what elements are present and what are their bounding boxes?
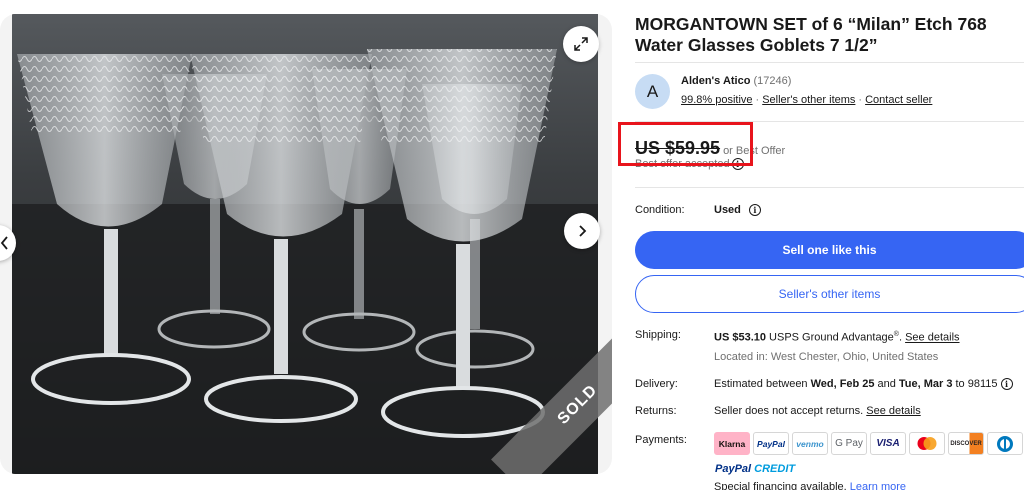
separator: · (755, 94, 760, 106)
seller-other-items-button[interactable]: Seller's other items (635, 275, 1024, 313)
delivery-start: Wed, Feb 25 (810, 378, 875, 390)
sell-one-like-this-button[interactable]: Sell one like this (635, 231, 1024, 269)
payments-label: Payments: (635, 434, 687, 446)
delivery-end: Tue, Mar 3 (898, 378, 953, 390)
returns-value: Seller does not accept returns. See deta… (714, 405, 921, 417)
info-icon[interactable]: i (748, 204, 761, 216)
returns-text: Seller does not accept returns. (714, 405, 864, 417)
seller-avatar[interactable]: A (635, 74, 670, 109)
goblets-photo-illustration (12, 14, 598, 474)
chevron-right-icon (579, 225, 587, 237)
separator: · (858, 94, 863, 106)
item-title: MORGANTOWN SET of 6 “Milan” Etch 768 Wat… (635, 14, 987, 55)
previous-image-button[interactable] (0, 225, 16, 261)
paypal-icon: PayPal (753, 432, 789, 455)
returns-see-details-link[interactable]: See details (866, 405, 920, 417)
venmo-icon: venmo (792, 432, 828, 455)
delivery-and: and (877, 378, 896, 390)
paypal-credit-logo: PayPal CREDIT (715, 463, 795, 475)
klarna-icon: Klarna (714, 432, 750, 455)
seller-name[interactable]: Alden's Atico (681, 75, 750, 87)
diners-club-logo (997, 435, 1013, 452)
next-image-button[interactable] (564, 213, 600, 249)
financing-text: Special financing available. (714, 481, 847, 490)
visa-icon: VISA (870, 432, 906, 455)
seller-links: 99.8% positive · Seller's other items · Cont… (681, 94, 932, 106)
seller-card: A Alden's Atico (17246) 99.8% positive · S… (635, 62, 1024, 122)
expand-image-button[interactable] (563, 26, 599, 62)
seller-feedback-link[interactable]: 99.8% positive (681, 94, 753, 106)
condition-label: Condition: (635, 204, 685, 216)
mastercard-logo (917, 437, 937, 450)
delivery-label: Delivery: (635, 378, 678, 390)
info-icon[interactable]: i (1000, 378, 1013, 390)
expand-icon (574, 37, 588, 51)
image-gallery: SOLD (0, 14, 612, 474)
price-highlight-box (618, 122, 753, 166)
discover-icon: DISCOVER (948, 432, 984, 455)
google-pay-icon: G Pay (831, 432, 867, 455)
returns-label: Returns: (635, 405, 677, 417)
paypal-credit-credit: CREDIT (754, 463, 796, 475)
paypal-credit-paypal: PayPal (715, 463, 752, 475)
delivery-prefix: Estimated between (714, 378, 808, 390)
diners-club-icon (987, 432, 1023, 455)
seller-name-line: Alden's Atico (17246) (681, 75, 791, 87)
chevron-left-icon (0, 236, 8, 250)
delivery-value: Estimated between Wed, Feb 25 and Tue, M… (714, 378, 1013, 390)
financing-line: Special financing available. Learn more (714, 481, 906, 490)
registered-mark: ® (893, 331, 899, 338)
shipping-see-details-link[interactable]: See details (905, 332, 959, 344)
seller-other-items-link[interactable]: Seller's other items (762, 94, 855, 106)
shipping-service: USPS Ground Advantage (769, 331, 894, 344)
item-location: Located in: West Chester, Ohio, United S… (714, 351, 939, 363)
payment-methods: Klarna PayPal venmo G Pay VISA DISCOVER (714, 432, 1023, 455)
product-photo[interactable] (12, 14, 598, 474)
contact-seller-link[interactable]: Contact seller (865, 94, 932, 106)
shipping-value: US $53.10 USPS Ground Advantage®. See de… (714, 331, 960, 344)
condition-value: Used (714, 204, 741, 216)
divider (635, 187, 1024, 188)
delivery-zip: to 98115 (955, 378, 998, 390)
learn-more-link[interactable]: Learn more (850, 481, 906, 490)
mastercard-icon (909, 432, 945, 455)
shipping-label: Shipping: (635, 329, 681, 341)
condition-value-row: Used i (714, 204, 761, 216)
seller-feedback-count: (17246) (753, 75, 792, 87)
shipping-cost: US $53.10 (714, 331, 766, 344)
